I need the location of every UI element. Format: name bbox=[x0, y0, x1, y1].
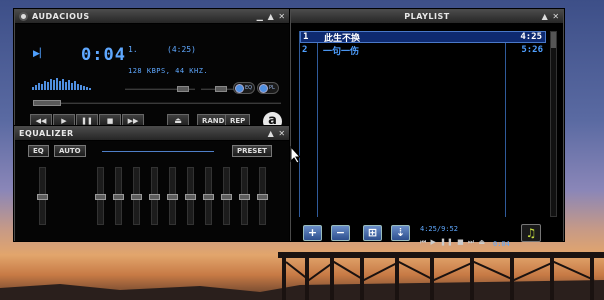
equalizer-body: EQ AUTO PRESET bbox=[15, 141, 289, 241]
bitrate-info: 128 KBPS, 44 KHZ. bbox=[128, 67, 209, 75]
add-icon[interactable]: + bbox=[303, 225, 322, 241]
eq-band-slider[interactable] bbox=[203, 167, 214, 225]
seek-bar[interactable] bbox=[33, 100, 281, 106]
mini-time: 0:04 bbox=[493, 240, 510, 248]
app-logo-icon bbox=[19, 12, 28, 21]
eq-band-slider[interactable] bbox=[257, 167, 268, 225]
balance-knob[interactable] bbox=[215, 86, 227, 92]
remove-icon[interactable]: − bbox=[331, 225, 350, 241]
equalizer-window: EQUALIZER ▲ ✕ EQ AUTO PRESET bbox=[14, 126, 290, 241]
play-indicator-icon: ▶▏ bbox=[33, 49, 47, 59]
elapsed-time[interactable]: 0:04 bbox=[81, 45, 126, 65]
column-divider bbox=[505, 31, 506, 217]
minimize-icon[interactable]: ▁ bbox=[255, 11, 265, 22]
eq-band-slider[interactable] bbox=[95, 167, 106, 225]
playlist-window: PLAYLIST ▲ ✕ 1 此生不换 4:25 2 一句一伤 5:26 + −… bbox=[290, 9, 564, 248]
column-divider bbox=[317, 31, 318, 217]
eq-band-slider[interactable] bbox=[185, 167, 196, 225]
main-player-window: AUDACIOUS ▁ ▲ ✕ ▶▏ 0:04 1. (4:25) 128 KB… bbox=[14, 9, 290, 131]
row-title: 一句一伤 bbox=[323, 46, 360, 57]
eq-band-slider[interactable] bbox=[239, 167, 250, 225]
track-length: (4:25) bbox=[167, 45, 196, 54]
close-icon[interactable]: ✕ bbox=[277, 11, 287, 22]
mouse-cursor-icon bbox=[290, 146, 302, 164]
row-number: 2 bbox=[302, 45, 308, 55]
music-note-icon[interactable]: ♫ bbox=[521, 224, 541, 242]
equalizer-title: EQUALIZER bbox=[19, 129, 74, 138]
playlist-body: 1 此生不换 4:25 2 一句一伤 5:26 + − ⊞ ⇣ 4:25/9:5… bbox=[291, 24, 563, 248]
track-number: 1. bbox=[128, 45, 138, 54]
playlist-row[interactable]: 2 一句一伤 5:26 bbox=[300, 44, 546, 57]
eq-sliders bbox=[15, 167, 291, 237]
row-duration: 4:25 bbox=[520, 32, 542, 42]
playlist-title: PLAYLIST bbox=[404, 12, 450, 21]
close-icon[interactable]: ✕ bbox=[277, 128, 287, 139]
row-duration: 5:26 bbox=[521, 45, 543, 55]
playlist-titlebar[interactable]: PLAYLIST ▲ ✕ bbox=[291, 10, 563, 24]
eq-band-slider[interactable] bbox=[221, 167, 232, 225]
eq-band-slider[interactable] bbox=[167, 167, 178, 225]
shade-icon[interactable]: ▲ bbox=[266, 128, 276, 139]
main-window-title: AUDACIOUS bbox=[32, 12, 90, 21]
pl-toggle[interactable]: PL bbox=[257, 82, 279, 94]
playlist-list[interactable]: 1 此生不换 4:25 2 一句一伤 5:26 bbox=[299, 31, 551, 217]
preamp-slider[interactable] bbox=[37, 167, 48, 225]
select-icon[interactable]: ⊞ bbox=[363, 225, 382, 241]
playlist-row[interactable]: 1 此生不换 4:25 bbox=[300, 31, 546, 44]
eq-band-slider[interactable] bbox=[113, 167, 124, 225]
playlist-position: 4:25/9:52 bbox=[420, 225, 458, 233]
main-titlebar[interactable]: AUDACIOUS ▁ ▲ ✕ bbox=[15, 10, 289, 24]
eq-band-slider[interactable] bbox=[131, 167, 142, 225]
desktop-pier-silhouette bbox=[0, 252, 604, 300]
eq-curve-display bbox=[102, 151, 214, 152]
main-display: ▶▏ 0:04 1. (4:25) 128 KBPS, 44 KHZ. EQ P… bbox=[15, 24, 289, 131]
playlist-scrollbar[interactable] bbox=[550, 31, 557, 217]
mini-transport[interactable]: ⏮ ▶ ❚❚ ■ ⏭ ⏏ bbox=[420, 238, 486, 247]
shade-icon[interactable]: ▲ bbox=[266, 11, 276, 22]
eq-band-slider[interactable] bbox=[149, 167, 160, 225]
row-title: 此生不换 bbox=[324, 33, 361, 44]
eq-enable-button[interactable]: EQ bbox=[28, 145, 49, 157]
equalizer-titlebar[interactable]: EQUALIZER ▲ ✕ bbox=[15, 127, 289, 141]
volume-knob[interactable] bbox=[177, 86, 189, 92]
sort-icon[interactable]: ⇣ bbox=[391, 225, 410, 241]
seek-knob[interactable] bbox=[33, 100, 61, 106]
eq-toggle[interactable]: EQ bbox=[233, 82, 255, 94]
eq-preset-button[interactable]: PRESET bbox=[232, 145, 272, 157]
close-icon[interactable]: ✕ bbox=[551, 11, 561, 22]
volume-slider[interactable] bbox=[125, 86, 195, 92]
eq-auto-button[interactable]: AUTO bbox=[54, 145, 86, 157]
row-number: 1 bbox=[303, 32, 309, 42]
spectrum-visualizer[interactable] bbox=[32, 76, 98, 90]
shade-icon[interactable]: ▲ bbox=[540, 11, 550, 22]
